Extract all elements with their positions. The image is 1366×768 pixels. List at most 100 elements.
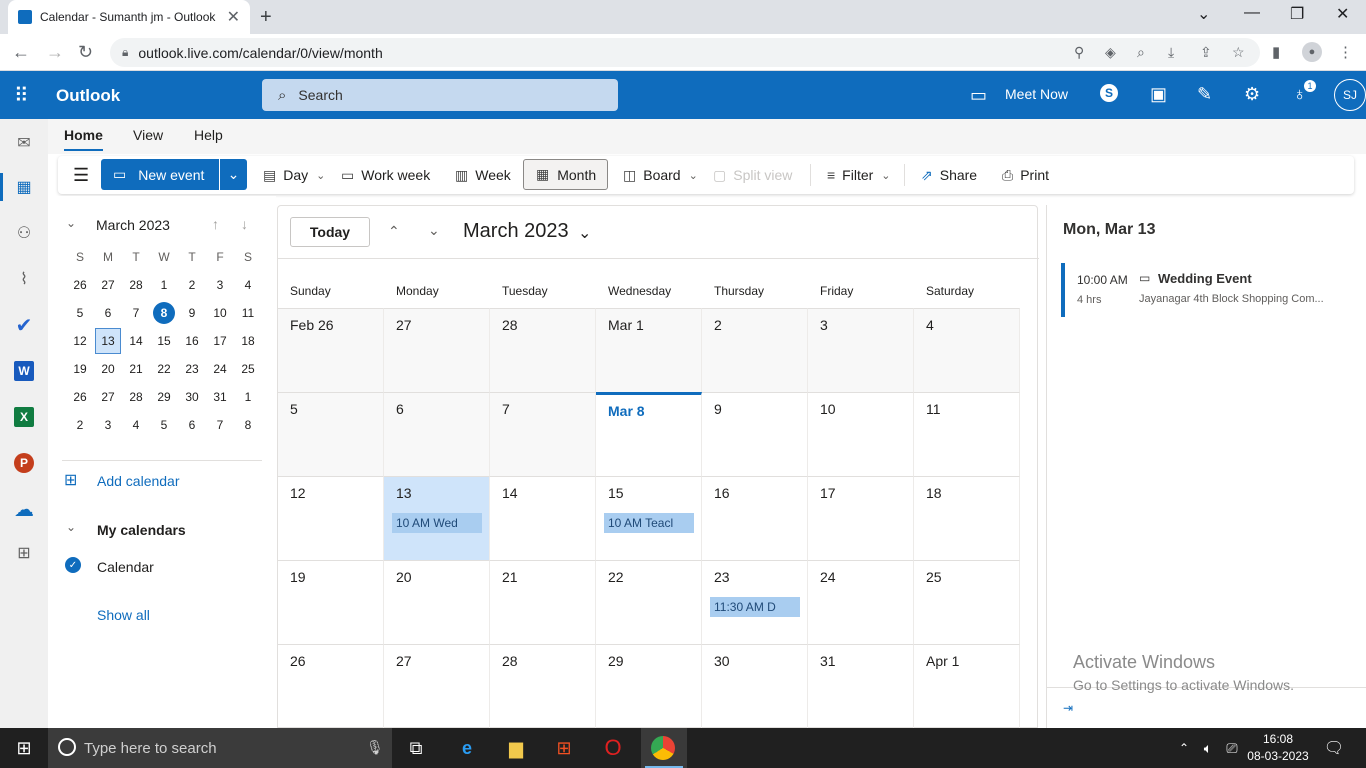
calendar-day-cell[interactable]: Mar 8 <box>596 392 702 476</box>
tab-home[interactable]: Home <box>64 127 103 143</box>
mini-calendar-day[interactable]: 8 <box>234 411 262 439</box>
bookmark-star-icon[interactable]: ☆ <box>1232 44 1245 61</box>
powerpoint-icon[interactable]: P <box>14 453 34 473</box>
mini-calendar-day[interactable]: 19 <box>66 355 94 383</box>
mini-calendar-day[interactable]: 2 <box>66 411 94 439</box>
mini-calendar-day[interactable]: 5 <box>150 411 178 439</box>
mini-calendar-day[interactable]: 22 <box>150 355 178 383</box>
calendar-day-cell[interactable]: 7 <box>490 392 596 476</box>
mini-calendar-day[interactable]: 20 <box>94 355 122 383</box>
calendar-day-cell[interactable]: 2 <box>702 308 808 392</box>
calendar-day-cell[interactable]: 30 <box>702 644 808 728</box>
calendar-day-cell[interactable]: 20 <box>384 560 490 644</box>
calendar-day-cell[interactable]: 28 <box>490 644 596 728</box>
calendar-day-cell[interactable]: 18 <box>914 476 1020 560</box>
mini-calendar-day[interactable]: 5 <box>66 299 94 327</box>
show-all-link[interactable]: Show all <box>97 607 150 623</box>
people-icon[interactable]: ⚇ <box>14 223 34 243</box>
mini-calendar-day[interactable]: 24 <box>206 355 234 383</box>
calendar-day-cell[interactable]: 27 <box>384 644 490 728</box>
new-tab-icon[interactable]: + <box>260 6 272 29</box>
my-calendars-heading[interactable]: My calendars <box>97 522 186 538</box>
taskbar-search-box[interactable]: Type here to search 🎙︎ <box>48 728 392 768</box>
calendar-day-cell[interactable]: 16 <box>702 476 808 560</box>
mini-calendar-day[interactable]: 10 <box>206 299 234 327</box>
teams-icon[interactable]: ▣ <box>1150 84 1167 105</box>
browser-menu-icon[interactable]: ⋮ <box>1338 43 1353 61</box>
month-title[interactable]: March 2023 <box>463 220 569 243</box>
mini-calendar-day[interactable]: 25 <box>234 355 262 383</box>
mini-calendar-day[interactable]: 1 <box>234 383 262 411</box>
microphone-icon[interactable]: 🎙︎ <box>366 739 384 756</box>
attachment-icon[interactable]: ⌇ <box>14 269 34 289</box>
zoom-icon[interactable]: ⌕ <box>1137 44 1145 61</box>
expand-pane-icon[interactable]: ⇥ <box>1063 701 1073 715</box>
add-calendar-link[interactable]: Add calendar <box>97 473 180 489</box>
file-explorer-icon[interactable]: ▆ <box>504 737 528 759</box>
chevron-down-icon[interactable]: ⌄ <box>578 223 591 243</box>
collapse-chevron-icon[interactable]: ⌄ <box>66 216 76 230</box>
calendar-day-cell[interactable]: 22 <box>596 560 702 644</box>
onedrive-cloud-icon[interactable]: ☁ <box>14 499 34 521</box>
month-button[interactable]: ▦ Month <box>523 159 608 190</box>
network-icon[interactable]: ⎚ <box>1220 737 1244 759</box>
todo-check-icon[interactable]: ✔ <box>14 315 34 337</box>
agenda-event[interactable]: 10:00 AM 4 hrs ▭ Wedding Event Jayanagar… <box>1061 263 1361 317</box>
mini-calendar-day[interactable]: 4 <box>234 271 262 299</box>
mini-calendar-day[interactable]: 23 <box>178 355 206 383</box>
calendar-day-cell[interactable]: 9 <box>702 392 808 476</box>
mini-calendar-day[interactable]: 4 <box>122 411 150 439</box>
browser-tab[interactable]: Calendar - Sumanth jm - Outlook ✕ <box>8 0 250 34</box>
mini-calendar-day[interactable]: 3 <box>206 271 234 299</box>
mini-calendar-day[interactable]: 1 <box>150 271 178 299</box>
mini-calendar-day[interactable]: 28 <box>122 383 150 411</box>
notifications-icon[interactable]: 🗨︎ <box>1322 737 1346 759</box>
calendar-day-cell[interactable]: 28 <box>490 308 596 392</box>
forward-icon[interactable]: → <box>46 42 64 63</box>
share-page-icon[interactable]: ⇪ <box>1200 44 1212 61</box>
event-chip[interactable]: 11:30 AM D <box>710 597 800 617</box>
mini-calendar-day[interactable]: 28 <box>122 271 150 299</box>
next-arrow-icon[interactable]: ⌄ <box>428 222 440 239</box>
profile-icon[interactable]: ● <box>1302 42 1322 62</box>
mini-calendar-day[interactable]: 27 <box>94 271 122 299</box>
calendar-day-cell[interactable]: 31 <box>808 644 914 728</box>
calendar-day-cell[interactable]: 17 <box>808 476 914 560</box>
calendar-icon[interactable]: ▦ <box>14 177 34 197</box>
mini-calendar-day[interactable]: 30 <box>178 383 206 411</box>
checkmark-icon[interactable]: ✓ <box>65 557 81 573</box>
mini-calendar-day[interactable]: 14 <box>122 327 150 355</box>
calendar-day-cell[interactable]: 6 <box>384 392 490 476</box>
skype-icon[interactable]: S <box>1100 84 1118 102</box>
word-icon[interactable]: W <box>14 361 34 381</box>
clock-date[interactable]: 08-03-2023 <box>1244 749 1312 763</box>
calendar-day-cell[interactable]: 19 <box>278 560 384 644</box>
mini-calendar-day[interactable]: 21 <box>122 355 150 383</box>
mini-calendar-title[interactable]: March 2023 <box>96 217 170 233</box>
week-button[interactable]: ▥ Week <box>455 156 511 194</box>
calendar-day-cell[interactable]: 27 <box>384 308 490 392</box>
next-month-arrow-icon[interactable]: ↓ <box>241 216 248 232</box>
clock-time[interactable]: 16:08 <box>1248 732 1308 746</box>
close-window-icon[interactable]: ✕ <box>1336 4 1349 24</box>
calendar-day-cell[interactable]: 29 <box>596 644 702 728</box>
filter-button[interactable]: ≡ Filter ⌄ <box>827 156 891 194</box>
excel-icon[interactable]: X <box>14 407 34 427</box>
mini-calendar-day[interactable]: 31 <box>206 383 234 411</box>
minimize-icon[interactable]: — <box>1244 4 1260 22</box>
extension-icon[interactable]: ◈ <box>1105 44 1116 61</box>
calendar-day-cell[interactable]: 4 <box>914 308 1020 392</box>
store-icon[interactable]: ⊞ <box>552 737 576 759</box>
windows-start-icon[interactable]: ⊞ <box>12 737 36 759</box>
app-launcher-icon[interactable]: ⠿ <box>14 83 29 108</box>
new-event-dropdown[interactable]: ⌄ <box>220 159 247 190</box>
tab-search-chevron-icon[interactable]: ⌄ <box>1197 4 1210 24</box>
calendar-day-cell[interactable]: Mar 1 <box>596 308 702 392</box>
calendar-item[interactable]: Calendar <box>97 559 154 575</box>
location-icon[interactable]: ⚲ <box>1074 44 1084 61</box>
calendar-day-cell[interactable]: 5 <box>278 392 384 476</box>
mini-calendar-day[interactable]: 15 <box>150 327 178 355</box>
opera-icon[interactable]: O <box>601 735 625 760</box>
avatar[interactable]: SJ <box>1334 79 1366 111</box>
lock-icon[interactable]: 🔒︎ <box>122 45 128 60</box>
